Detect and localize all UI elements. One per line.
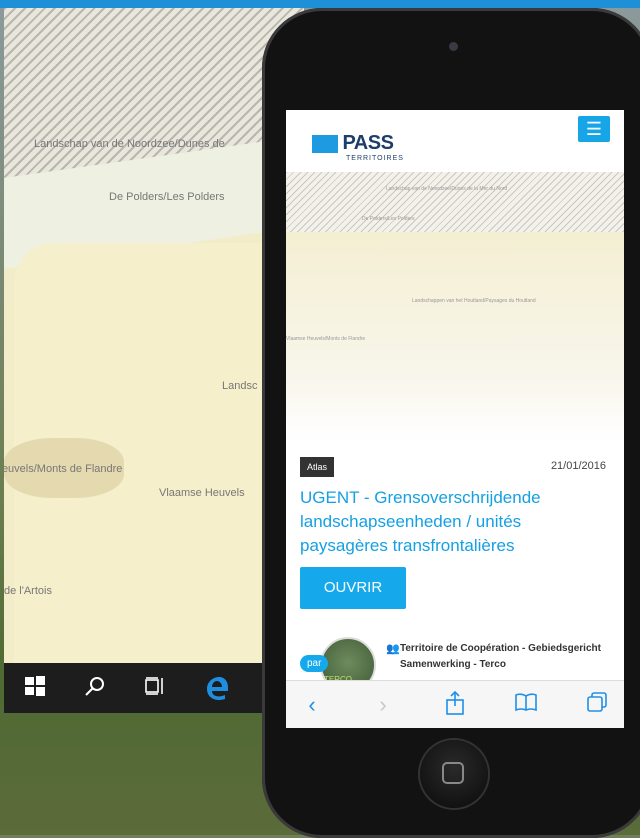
forward-icon[interactable]: › xyxy=(369,691,397,719)
search-icon[interactable] xyxy=(82,675,108,701)
windows-logo-icon[interactable] xyxy=(22,675,48,701)
share-icon[interactable] xyxy=(441,690,469,719)
hero-map-label: Vlaamse Heuvels/Monts de Flandre xyxy=(286,336,366,342)
article-title[interactable]: UGENT - Grensoverschrijdende landschapse… xyxy=(300,486,600,558)
hero-map-image: Landschap van de Noordzee/Dunes de la Me… xyxy=(286,172,624,442)
tabs-icon[interactable] xyxy=(583,691,611,719)
category-tag[interactable]: Atlas xyxy=(300,457,335,477)
hero-map-label: Landschappen van het Houtland/Paysages d… xyxy=(412,298,536,304)
map-label: de l'Artois xyxy=(4,585,52,597)
back-icon[interactable]: ‹ xyxy=(298,691,326,719)
task-view-icon[interactable] xyxy=(142,675,168,701)
hamburger-menu-button[interactable]: ☰ xyxy=(578,116,610,142)
logo-subtitle: TERRITOIRES xyxy=(346,155,404,162)
hamburger-icon: ☰ xyxy=(585,119,603,139)
phone-screen: PASS TERRITOIRES ☰ Landschap van de Noor… xyxy=(286,110,624,728)
windows-taskbar xyxy=(4,663,266,713)
bookmarks-icon[interactable] xyxy=(512,691,540,719)
safari-toolbar: ‹ › xyxy=(286,680,624,728)
organization-name[interactable]: Territoire de Coopération - Gebiedsgeric… xyxy=(400,641,610,673)
hero-sea-hatch xyxy=(286,172,624,232)
background-tablet-map: Landschap van de Noordzee/Dunes de De Po… xyxy=(4,8,304,663)
site-header: PASS TERRITOIRES ☰ xyxy=(286,110,624,172)
site-logo[interactable]: PASS TERRITOIRES xyxy=(312,132,403,162)
article-date: 21/01/2016 xyxy=(550,460,606,472)
edge-browser-icon[interactable] xyxy=(204,675,230,701)
map-label: Vlaamse Heuvels xyxy=(159,487,245,499)
home-button-icon xyxy=(442,762,464,784)
users-icon: 👥 xyxy=(386,643,400,655)
hero-map-label: Landschap van de Noordzee/Dunes de la Me… xyxy=(386,186,508,192)
hero-map-label: De Polders/Les Polders xyxy=(362,216,415,222)
phone-camera xyxy=(449,42,458,51)
logo-text: PASS xyxy=(342,132,394,154)
map-label: Heuvels/Monts de Flandre xyxy=(4,463,123,475)
map-label: Landschap van de Noordzee/Dunes de xyxy=(34,138,225,150)
open-button[interactable]: OUVRIR xyxy=(300,567,406,609)
top-accent-strip xyxy=(0,0,640,8)
logo-mark xyxy=(312,134,338,153)
map-label: Landsc xyxy=(222,380,258,392)
map-label: De Polders/Les Polders xyxy=(109,191,225,203)
by-badge: par xyxy=(300,655,329,672)
